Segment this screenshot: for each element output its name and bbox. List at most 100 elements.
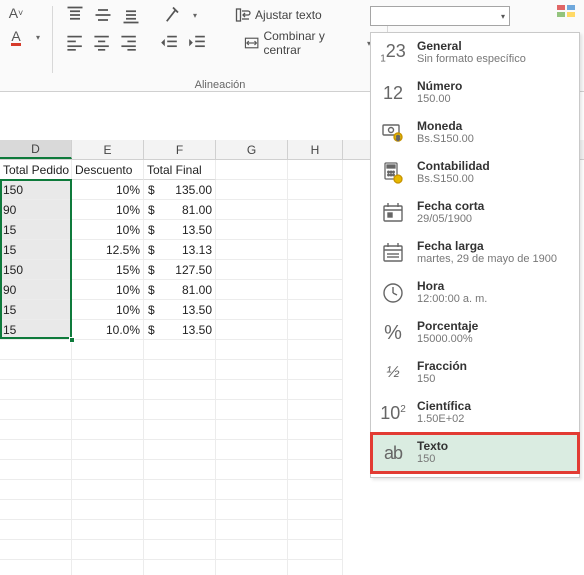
cell[interactable] <box>216 400 288 420</box>
cell-pedido[interactable]: 150 <box>0 180 72 200</box>
cell[interactable] <box>144 360 216 380</box>
cell[interactable] <box>288 340 343 360</box>
cell[interactable] <box>216 340 288 360</box>
cell[interactable] <box>144 460 216 480</box>
format-option-percent[interactable]: %Porcentaje15000.00% <box>371 313 579 353</box>
cell[interactable] <box>288 360 343 380</box>
align-right-icon[interactable] <box>119 34 138 52</box>
format-option-currency[interactable]: $MonedaBs.S150.00 <box>371 113 579 153</box>
cell[interactable] <box>72 440 144 460</box>
cell[interactable] <box>144 340 216 360</box>
cell[interactable] <box>0 380 72 400</box>
cell[interactable] <box>0 340 72 360</box>
cell-pedido[interactable]: 15 <box>0 320 72 340</box>
cell[interactable] <box>288 520 343 540</box>
cell[interactable] <box>216 220 288 240</box>
cell[interactable] <box>72 520 144 540</box>
column-header-H[interactable]: H <box>288 140 343 159</box>
cell[interactable] <box>216 360 288 380</box>
format-option-scientific[interactable]: 102Científica1.50E+02 <box>371 393 579 433</box>
cell[interactable] <box>72 460 144 480</box>
cell-descuento[interactable]: 15% <box>72 260 144 280</box>
cell-pedido[interactable]: 15 <box>0 220 72 240</box>
format-option-fraction[interactable]: ½Fracción150 <box>371 353 579 393</box>
cell[interactable] <box>216 300 288 320</box>
cell-descuento[interactable]: 10% <box>72 200 144 220</box>
cell-final[interactable]: $13.50 <box>144 300 216 320</box>
cell[interactable] <box>288 160 343 180</box>
cell[interactable] <box>288 540 343 560</box>
cell[interactable] <box>72 560 144 575</box>
cell[interactable] <box>288 420 343 440</box>
cell[interactable] <box>216 240 288 260</box>
format-option-longdate[interactable]: Fecha largamartes, 29 de mayo de 1900 <box>371 233 579 273</box>
cell[interactable] <box>72 500 144 520</box>
cell[interactable] <box>288 400 343 420</box>
cell[interactable] <box>216 280 288 300</box>
cell[interactable] <box>216 260 288 280</box>
cell[interactable] <box>288 220 343 240</box>
cell[interactable] <box>72 480 144 500</box>
cell[interactable] <box>288 300 343 320</box>
cell-pedido[interactable]: 90 <box>0 280 72 300</box>
format-option-shortdate[interactable]: Fecha corta29/05/1900 <box>371 193 579 233</box>
cell[interactable] <box>0 480 72 500</box>
cell[interactable] <box>216 440 288 460</box>
cell-descuento[interactable]: 12.5% <box>72 240 144 260</box>
cell-descuento[interactable]: 10% <box>72 280 144 300</box>
cell-final[interactable]: $81.00 <box>144 280 216 300</box>
cell-descuento[interactable]: 10% <box>72 300 144 320</box>
cell[interactable] <box>288 560 343 575</box>
cell[interactable] <box>288 180 343 200</box>
cell[interactable] <box>216 320 288 340</box>
cell[interactable] <box>0 440 72 460</box>
chevron-down-icon[interactable]: ▾ <box>36 33 40 42</box>
chevron-down-icon[interactable]: ▾ <box>193 11 197 20</box>
cell[interactable] <box>0 500 72 520</box>
cell[interactable] <box>72 400 144 420</box>
cell-descuento[interactable]: 10% <box>72 220 144 240</box>
cell[interactable] <box>288 320 343 340</box>
cell[interactable] <box>144 380 216 400</box>
selection-handle[interactable] <box>69 337 75 343</box>
cell[interactable] <box>144 500 216 520</box>
cell[interactable] <box>144 520 216 540</box>
cell[interactable] <box>288 280 343 300</box>
cell[interactable] <box>216 500 288 520</box>
cell-pedido[interactable]: 90 <box>0 200 72 220</box>
cell[interactable] <box>144 440 216 460</box>
cell-final[interactable]: $13.50 <box>144 320 216 340</box>
cell[interactable] <box>216 480 288 500</box>
cell[interactable] <box>144 560 216 575</box>
header-total-pedido[interactable]: Total Pedido <box>0 160 72 180</box>
cell[interactable] <box>216 180 288 200</box>
align-bottom-icon[interactable] <box>121 6 141 24</box>
align-left-icon[interactable] <box>65 34 84 52</box>
decrease-font-icon[interactable]: A˅ <box>6 4 26 22</box>
format-option-general[interactable]: 123GeneralSin formato específico <box>371 33 579 73</box>
cell[interactable] <box>288 500 343 520</box>
align-middle-icon[interactable] <box>93 6 113 24</box>
orientation-icon[interactable] <box>163 6 183 24</box>
cell[interactable] <box>144 480 216 500</box>
cell[interactable] <box>0 360 72 380</box>
cell[interactable] <box>0 420 72 440</box>
cell[interactable] <box>0 520 72 540</box>
cell[interactable] <box>72 420 144 440</box>
cell[interactable] <box>216 160 288 180</box>
cell[interactable] <box>288 440 343 460</box>
cell[interactable] <box>144 400 216 420</box>
cell-styles-icon[interactable] <box>556 4 578 26</box>
cell[interactable] <box>216 520 288 540</box>
format-option-time[interactable]: Hora12:00:00 a. m. <box>371 273 579 313</box>
cell[interactable] <box>288 460 343 480</box>
cell[interactable] <box>0 460 72 480</box>
column-header-E[interactable]: E <box>72 140 144 159</box>
cell-descuento[interactable]: 10% <box>72 180 144 200</box>
cell[interactable] <box>72 380 144 400</box>
format-option-text[interactable]: abTexto150 <box>371 433 579 473</box>
cell[interactable] <box>72 340 144 360</box>
decrease-indent-icon[interactable] <box>160 34 179 52</box>
cell-final[interactable]: $135.00 <box>144 180 216 200</box>
cell[interactable] <box>216 560 288 575</box>
